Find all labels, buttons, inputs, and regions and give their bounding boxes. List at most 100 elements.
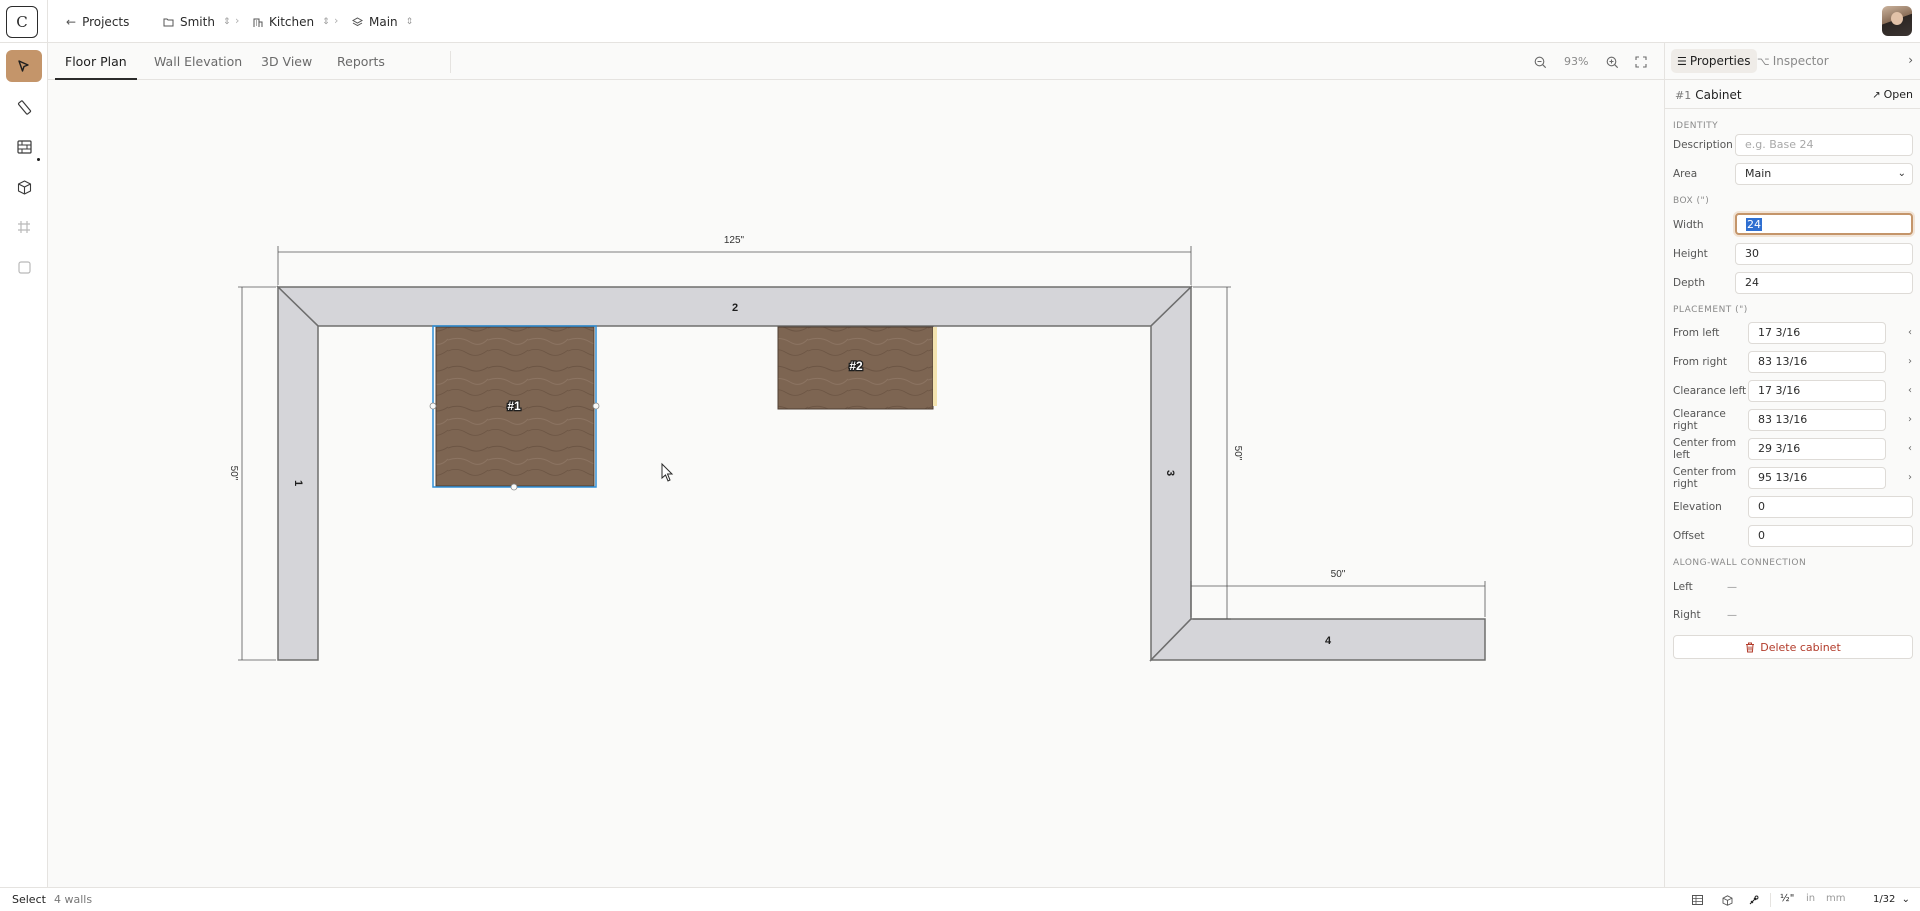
select-tool[interactable] bbox=[6, 50, 42, 82]
hash-icon bbox=[18, 221, 30, 233]
unit-fraction-toggle[interactable]: ½" bbox=[1780, 893, 1794, 904]
cabinet-label-1: #1 bbox=[507, 399, 521, 413]
unit-mm-toggle[interactable]: mm bbox=[1826, 893, 1845, 904]
height-field[interactable]: 30 bbox=[1735, 243, 1913, 265]
tree-icon: ⌥ bbox=[1757, 55, 1770, 68]
floor-plan-drawing: 2 1 3 4 125" 50" 50" 50" #1 #2 bbox=[228, 235, 1486, 662]
ruler-icon bbox=[17, 99, 31, 115]
snap-right-button[interactable]: › bbox=[1908, 472, 1912, 483]
chevron-updown-icon: ⇕ bbox=[222, 17, 231, 27]
right-connection-label: Right bbox=[1673, 609, 1701, 621]
tool-rail bbox=[0, 43, 48, 887]
cabinet-2[interactable]: #2 bbox=[777, 326, 937, 410]
resize-handle bbox=[429, 402, 437, 410]
clearance-left-label: Clearance left bbox=[1673, 385, 1747, 397]
back-label: Projects bbox=[82, 15, 130, 29]
cabinet-tool[interactable] bbox=[6, 171, 42, 203]
submenu-indicator bbox=[37, 158, 40, 161]
clearance-right-field[interactable]: 83 13/16 bbox=[1748, 409, 1886, 431]
breadcrumb-area[interactable]: Main ⇕ bbox=[352, 12, 413, 32]
rectangle-tool[interactable] bbox=[6, 251, 42, 283]
fullscreen-icon bbox=[1635, 56, 1647, 68]
panel-tabs: ☰ Properties ⌥ Inspector › bbox=[1665, 43, 1920, 79]
area-value: Main bbox=[1745, 167, 1772, 180]
dimension-left: 50" bbox=[228, 466, 239, 481]
scale-select[interactable]: 1/32 ⌄ bbox=[1869, 891, 1914, 909]
from-left-label: From left bbox=[1673, 327, 1720, 339]
tab-reports[interactable]: Reports bbox=[327, 43, 395, 80]
clearance-left-field[interactable]: 17 3/16 bbox=[1748, 380, 1886, 402]
depth-field[interactable]: 24 bbox=[1735, 272, 1913, 294]
tab-wall-elevation[interactable]: Wall Elevation bbox=[144, 43, 252, 80]
zoom-in-icon bbox=[1606, 56, 1618, 68]
divider bbox=[47, 0, 48, 43]
tab-floor-plan[interactable]: Floor Plan bbox=[55, 43, 137, 80]
breadcrumb-room[interactable]: Kitchen ⇕ bbox=[253, 12, 330, 32]
unit-inch-toggle[interactable]: in bbox=[1806, 893, 1815, 904]
cabinet-label-2: #2 bbox=[849, 359, 863, 373]
offset-field[interactable]: 0 bbox=[1748, 525, 1913, 547]
divider bbox=[450, 51, 451, 73]
zoom-out-button[interactable] bbox=[1530, 52, 1550, 72]
view-tabs: Floor Plan Wall Elevation 3D View Report… bbox=[48, 43, 1664, 80]
snap-right-button[interactable]: › bbox=[1908, 356, 1912, 367]
tab-properties[interactable]: ☰ Properties bbox=[1671, 49, 1757, 73]
from-left-field[interactable]: 17 3/16 bbox=[1748, 322, 1886, 344]
square-icon bbox=[17, 260, 31, 274]
chevron-updown-icon: ⇕ bbox=[405, 17, 414, 27]
breadcrumb-label: Smith bbox=[180, 15, 215, 29]
tab-inspector[interactable]: ⌥ Inspector bbox=[1751, 49, 1835, 73]
dimension-bottom-right: 50" bbox=[1331, 569, 1346, 580]
fit-to-screen-button[interactable] bbox=[1631, 52, 1651, 72]
back-to-projects-link[interactable]: ← Projects bbox=[66, 12, 129, 32]
zoom-in-button[interactable] bbox=[1602, 52, 1622, 72]
wall-tool[interactable] bbox=[6, 131, 42, 163]
box-icon bbox=[17, 179, 31, 195]
wall-label-1: 1 bbox=[292, 480, 304, 486]
breadcrumb-client[interactable]: Smith ⇕ bbox=[163, 12, 231, 32]
grid-tool[interactable] bbox=[6, 211, 42, 243]
width-field[interactable]: 24 bbox=[1735, 213, 1913, 235]
floor-plan-canvas[interactable]: 2 1 3 4 125" 50" 50" 50" #1 #2 bbox=[48, 80, 1664, 887]
chevron-right-icon: › bbox=[1908, 53, 1913, 67]
cabinet-1[interactable]: #1 bbox=[429, 325, 600, 491]
app-logo[interactable]: C bbox=[6, 6, 38, 38]
wall-label-3: 3 bbox=[1164, 470, 1176, 476]
area-select[interactable]: Main ⌄ bbox=[1735, 163, 1913, 185]
snap-left-button[interactable]: ‹ bbox=[1908, 443, 1912, 454]
description-field[interactable]: e.g. Base 24 bbox=[1735, 134, 1913, 156]
section-identity: IDENTITY bbox=[1673, 121, 1719, 131]
tab-3d-view[interactable]: 3D View bbox=[251, 43, 322, 80]
center-from-right-field[interactable]: 95 13/16 bbox=[1748, 467, 1886, 489]
dimension-right: 50" bbox=[1232, 446, 1243, 461]
chevron-down-icon: ⌄ bbox=[1897, 168, 1906, 179]
left-connection-value: — bbox=[1727, 582, 1737, 593]
from-right-field[interactable]: 83 13/16 bbox=[1748, 351, 1886, 373]
center-from-right-label: Center from right bbox=[1673, 466, 1737, 490]
user-avatar[interactable] bbox=[1882, 6, 1912, 36]
snap-left-button[interactable]: ‹ bbox=[1908, 327, 1912, 338]
open-cabinet-button[interactable]: ↗ Open bbox=[1872, 88, 1913, 101]
center-from-left-label: Center from left bbox=[1673, 437, 1737, 461]
selection-type: Cabinet bbox=[1695, 88, 1742, 102]
measure-tool[interactable] bbox=[6, 91, 42, 123]
resize-handle bbox=[510, 483, 518, 491]
mouse-cursor-icon bbox=[661, 462, 674, 482]
folder-icon bbox=[163, 18, 174, 27]
3d-box-button[interactable] bbox=[1719, 892, 1735, 908]
snap-right-button[interactable]: › bbox=[1908, 414, 1912, 425]
selection-count: 4 walls bbox=[54, 893, 93, 906]
tab-properties-label: Properties bbox=[1689, 54, 1751, 68]
delete-cabinet-button[interactable]: Delete cabinet bbox=[1673, 635, 1913, 659]
snap-toggle-button[interactable] bbox=[1745, 892, 1761, 908]
table-view-button[interactable] bbox=[1689, 892, 1705, 908]
sliders-icon: ☰ bbox=[1677, 55, 1687, 68]
collapse-panel-button[interactable]: › bbox=[1908, 53, 1913, 67]
magnet-icon bbox=[1749, 895, 1758, 904]
elevation-field[interactable]: 0 bbox=[1748, 496, 1913, 518]
area-label: Area bbox=[1673, 168, 1698, 180]
selection-number: #1 bbox=[1675, 89, 1692, 102]
center-from-left-field[interactable]: 29 3/16 bbox=[1748, 438, 1886, 460]
height-label: Height bbox=[1673, 248, 1708, 260]
snap-left-button[interactable]: ‹ bbox=[1908, 385, 1912, 396]
